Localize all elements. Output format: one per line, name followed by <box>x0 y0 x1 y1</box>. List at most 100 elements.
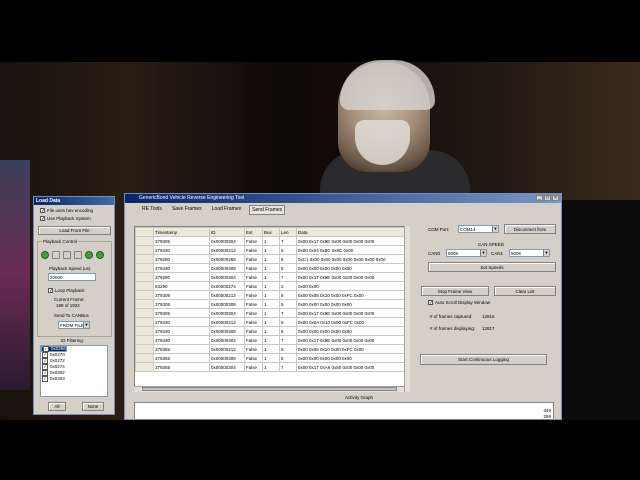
start-logging-button[interactable]: Start Continuous Logging <box>420 354 547 365</box>
cell-len[interactable]: 5 <box>279 299 297 309</box>
none-button[interactable]: None <box>82 402 104 411</box>
row-header[interactable] <box>135 236 154 246</box>
cell-id[interactable]: 0x00000308 <box>209 353 245 363</box>
cell-data[interactable]: 0x00 0x17 0xA6 0x80 0x00 0x00 0x00 <box>296 362 409 372</box>
cell-ext[interactable]: False <box>244 353 263 363</box>
playback-system-checkbox[interactable]: ✓ <box>40 216 45 222</box>
cell-data[interactable]: 0x00 0x04 0x8C 0x8C 0x00 <box>296 245 409 255</box>
cell-ext[interactable]: False <box>244 326 263 336</box>
cell-data[interactable]: 0x00 0x00 0x00 0x00 0x00 <box>296 326 409 336</box>
row-header[interactable] <box>135 254 154 264</box>
row-header[interactable] <box>135 245 154 255</box>
cell-id[interactable]: 0x00000304 <box>209 335 245 345</box>
cell-id[interactable]: 0x00000274 <box>209 281 245 291</box>
loop-playback-checkbox[interactable]: ✓ <box>48 288 53 294</box>
auto-scroll-checkbox[interactable]: ✓ <box>428 300 433 306</box>
auto-scroll-option[interactable]: ✓ Auto Scroll Display Window <box>428 300 490 306</box>
maximize-icon[interactable]: □ <box>544 195 551 201</box>
cell-timestamp[interactable]: 379330 <box>153 245 210 255</box>
list-item[interactable]: ✓ 0x0303 <box>41 376 107 382</box>
cell-ext[interactable]: False <box>244 263 263 273</box>
table-row[interactable]: 379305 0x00000304 False 1 7 0x00 0x17 0x9E 0x… <box>135 236 409 246</box>
cell-timestamp[interactable]: 379330 <box>153 263 210 273</box>
pause-icon[interactable] <box>74 251 82 259</box>
cell-ext[interactable]: False <box>244 272 263 282</box>
row-header[interactable] <box>135 362 154 372</box>
col-header-id[interactable]: ID <box>209 227 245 237</box>
cell-bus[interactable]: 1 <box>262 290 280 300</box>
row-header[interactable] <box>135 326 154 336</box>
row-header[interactable] <box>135 335 154 345</box>
cell-data[interactable]: 0x00 0x00 0x00 0x00 0x00 <box>296 299 409 309</box>
minimize-icon[interactable]: _ <box>536 195 543 201</box>
table-row[interactable]: 379290 0x00000304 False 1 7 0x00 0x17 0x9E 0x… <box>135 272 409 282</box>
table-row[interactable]: 379355 0x00000212 False 1 6 0x00 0x06 0x10 0x… <box>135 344 409 354</box>
cell-len[interactable]: 5 <box>279 353 297 363</box>
cell-len[interactable]: 6 <box>279 344 297 354</box>
row-header[interactable] <box>135 290 154 300</box>
cell-ext[interactable]: False <box>244 317 263 327</box>
tab-load-frames[interactable]: Load Frames <box>210 205 243 215</box>
col-header-ext[interactable]: Ext <box>244 227 263 237</box>
cell-data[interactable]: 0x00 0x17 0x9E 0x00 0x00 0x00 0x00 <box>296 272 409 282</box>
can0-speed-select[interactable]: 500K ▼ <box>446 249 487 257</box>
cell-id[interactable]: 0x00000212 <box>209 245 245 255</box>
cell-len[interactable]: 6 <box>279 290 297 300</box>
cell-data[interactable]: 0x00 0x00 <box>296 281 409 291</box>
cell-timestamp[interactable]: 93290 <box>153 281 210 291</box>
cell-timestamp[interactable]: 379305 <box>153 290 210 300</box>
play-button-icon[interactable] <box>41 251 49 259</box>
col-header-data[interactable]: Data <box>296 227 409 237</box>
cell-len[interactable]: 7 <box>279 272 297 282</box>
table-row[interactable]: 379355 0x00000308 False 1 5 0x00 0x00 0x00 0x… <box>135 353 409 363</box>
step-forward-icon[interactable] <box>85 251 93 259</box>
tab-re-tools[interactable]: RE Tools <box>140 205 164 215</box>
grid-vertical-scrollbar[interactable] <box>404 226 410 392</box>
cell-ext[interactable]: False <box>244 254 263 264</box>
table-row[interactable]: 379305 0x00000304 False 1 7 0x00 0x17 0x9E 0x… <box>135 308 409 318</box>
cell-bus[interactable]: 1 <box>262 353 280 363</box>
col-header-len[interactable]: Len <box>279 227 297 237</box>
row-header[interactable] <box>135 344 154 354</box>
cell-timestamp[interactable]: 379330 <box>153 317 210 327</box>
table-row[interactable]: 379280 0x00000268 False 1 8 0xC1 0x00 0x00 0x… <box>135 254 409 264</box>
table-row[interactable]: 379355 0x00000304 False 1 7 0x00 0x17 0xA6 0x… <box>135 362 409 372</box>
clear-list-button[interactable]: Clear List <box>494 286 556 296</box>
cell-bus[interactable]: 1 <box>262 326 280 336</box>
cell-timestamp[interactable]: 379290 <box>153 272 210 282</box>
row-header[interactable] <box>135 353 154 363</box>
cell-bus[interactable]: 1 <box>262 362 280 372</box>
stop-frame-view-button[interactable]: Stop Frame View <box>421 286 489 296</box>
cell-timestamp[interactable]: 379330 <box>153 326 210 336</box>
step-back-icon[interactable] <box>52 251 60 259</box>
cell-ext[interactable]: False <box>244 245 263 255</box>
cell-data[interactable]: 0x00 0x17 0x9E 0x00 0x00 0x00 0x00 <box>296 308 409 318</box>
can1-speed-select[interactable]: 500K ▼ <box>509 249 550 257</box>
cell-ext[interactable]: False <box>244 344 263 354</box>
cell-id[interactable]: 0x00000308 <box>209 326 245 336</box>
cell-bus[interactable]: 1 <box>262 335 280 345</box>
cell-bus[interactable]: 1 <box>262 236 280 246</box>
stop-icon[interactable] <box>63 251 71 259</box>
cell-data[interactable]: 0x00 0x17 0x9E 0x00 0x00 0x00 0x00 <box>296 335 409 345</box>
cell-ext[interactable]: False <box>244 362 263 372</box>
cell-len[interactable]: 6 <box>279 317 297 327</box>
cell-data[interactable]: 0x00 0x06 0x10 0x00 0xFC 0x00 <box>296 344 409 354</box>
cell-len[interactable]: 7 <box>279 236 297 246</box>
cell-len[interactable]: 7 <box>279 362 297 372</box>
chevron-down-icon[interactable]: ▼ <box>543 250 549 256</box>
com-port-select[interactable]: COM14 ▼ <box>458 225 499 233</box>
cell-timestamp[interactable]: 379355 <box>153 353 210 363</box>
table-row[interactable]: 379305 0x00000212 False 1 6 0x00 0x06 0x10 0x… <box>135 290 409 300</box>
row-header[interactable] <box>135 317 154 327</box>
id-filter-list[interactable]: ✓0x0266 ✓0x0268 ✓0x0270 ✓0x0272 ✓0x0274 … <box>40 345 108 397</box>
hex-encoding-option[interactable]: ✓ File uses hex encoding <box>40 208 93 214</box>
row-header[interactable] <box>135 272 154 282</box>
table-row[interactable]: 379330 0x00000212 False 1 6 0x00 0x0A 0x10 0x… <box>135 317 409 327</box>
grid-horizontal-scroll-thumb[interactable] <box>142 387 397 391</box>
cell-id[interactable]: 0x00000304 <box>209 236 245 246</box>
cell-len[interactable]: 7 <box>279 335 297 345</box>
cell-data[interactable]: 0x00 0x17 0x9E 0x00 0x00 0x00 0x00 <box>296 236 409 246</box>
cell-id[interactable]: 0x00000212 <box>209 290 245 300</box>
cell-bus[interactable]: 1 <box>262 254 280 264</box>
